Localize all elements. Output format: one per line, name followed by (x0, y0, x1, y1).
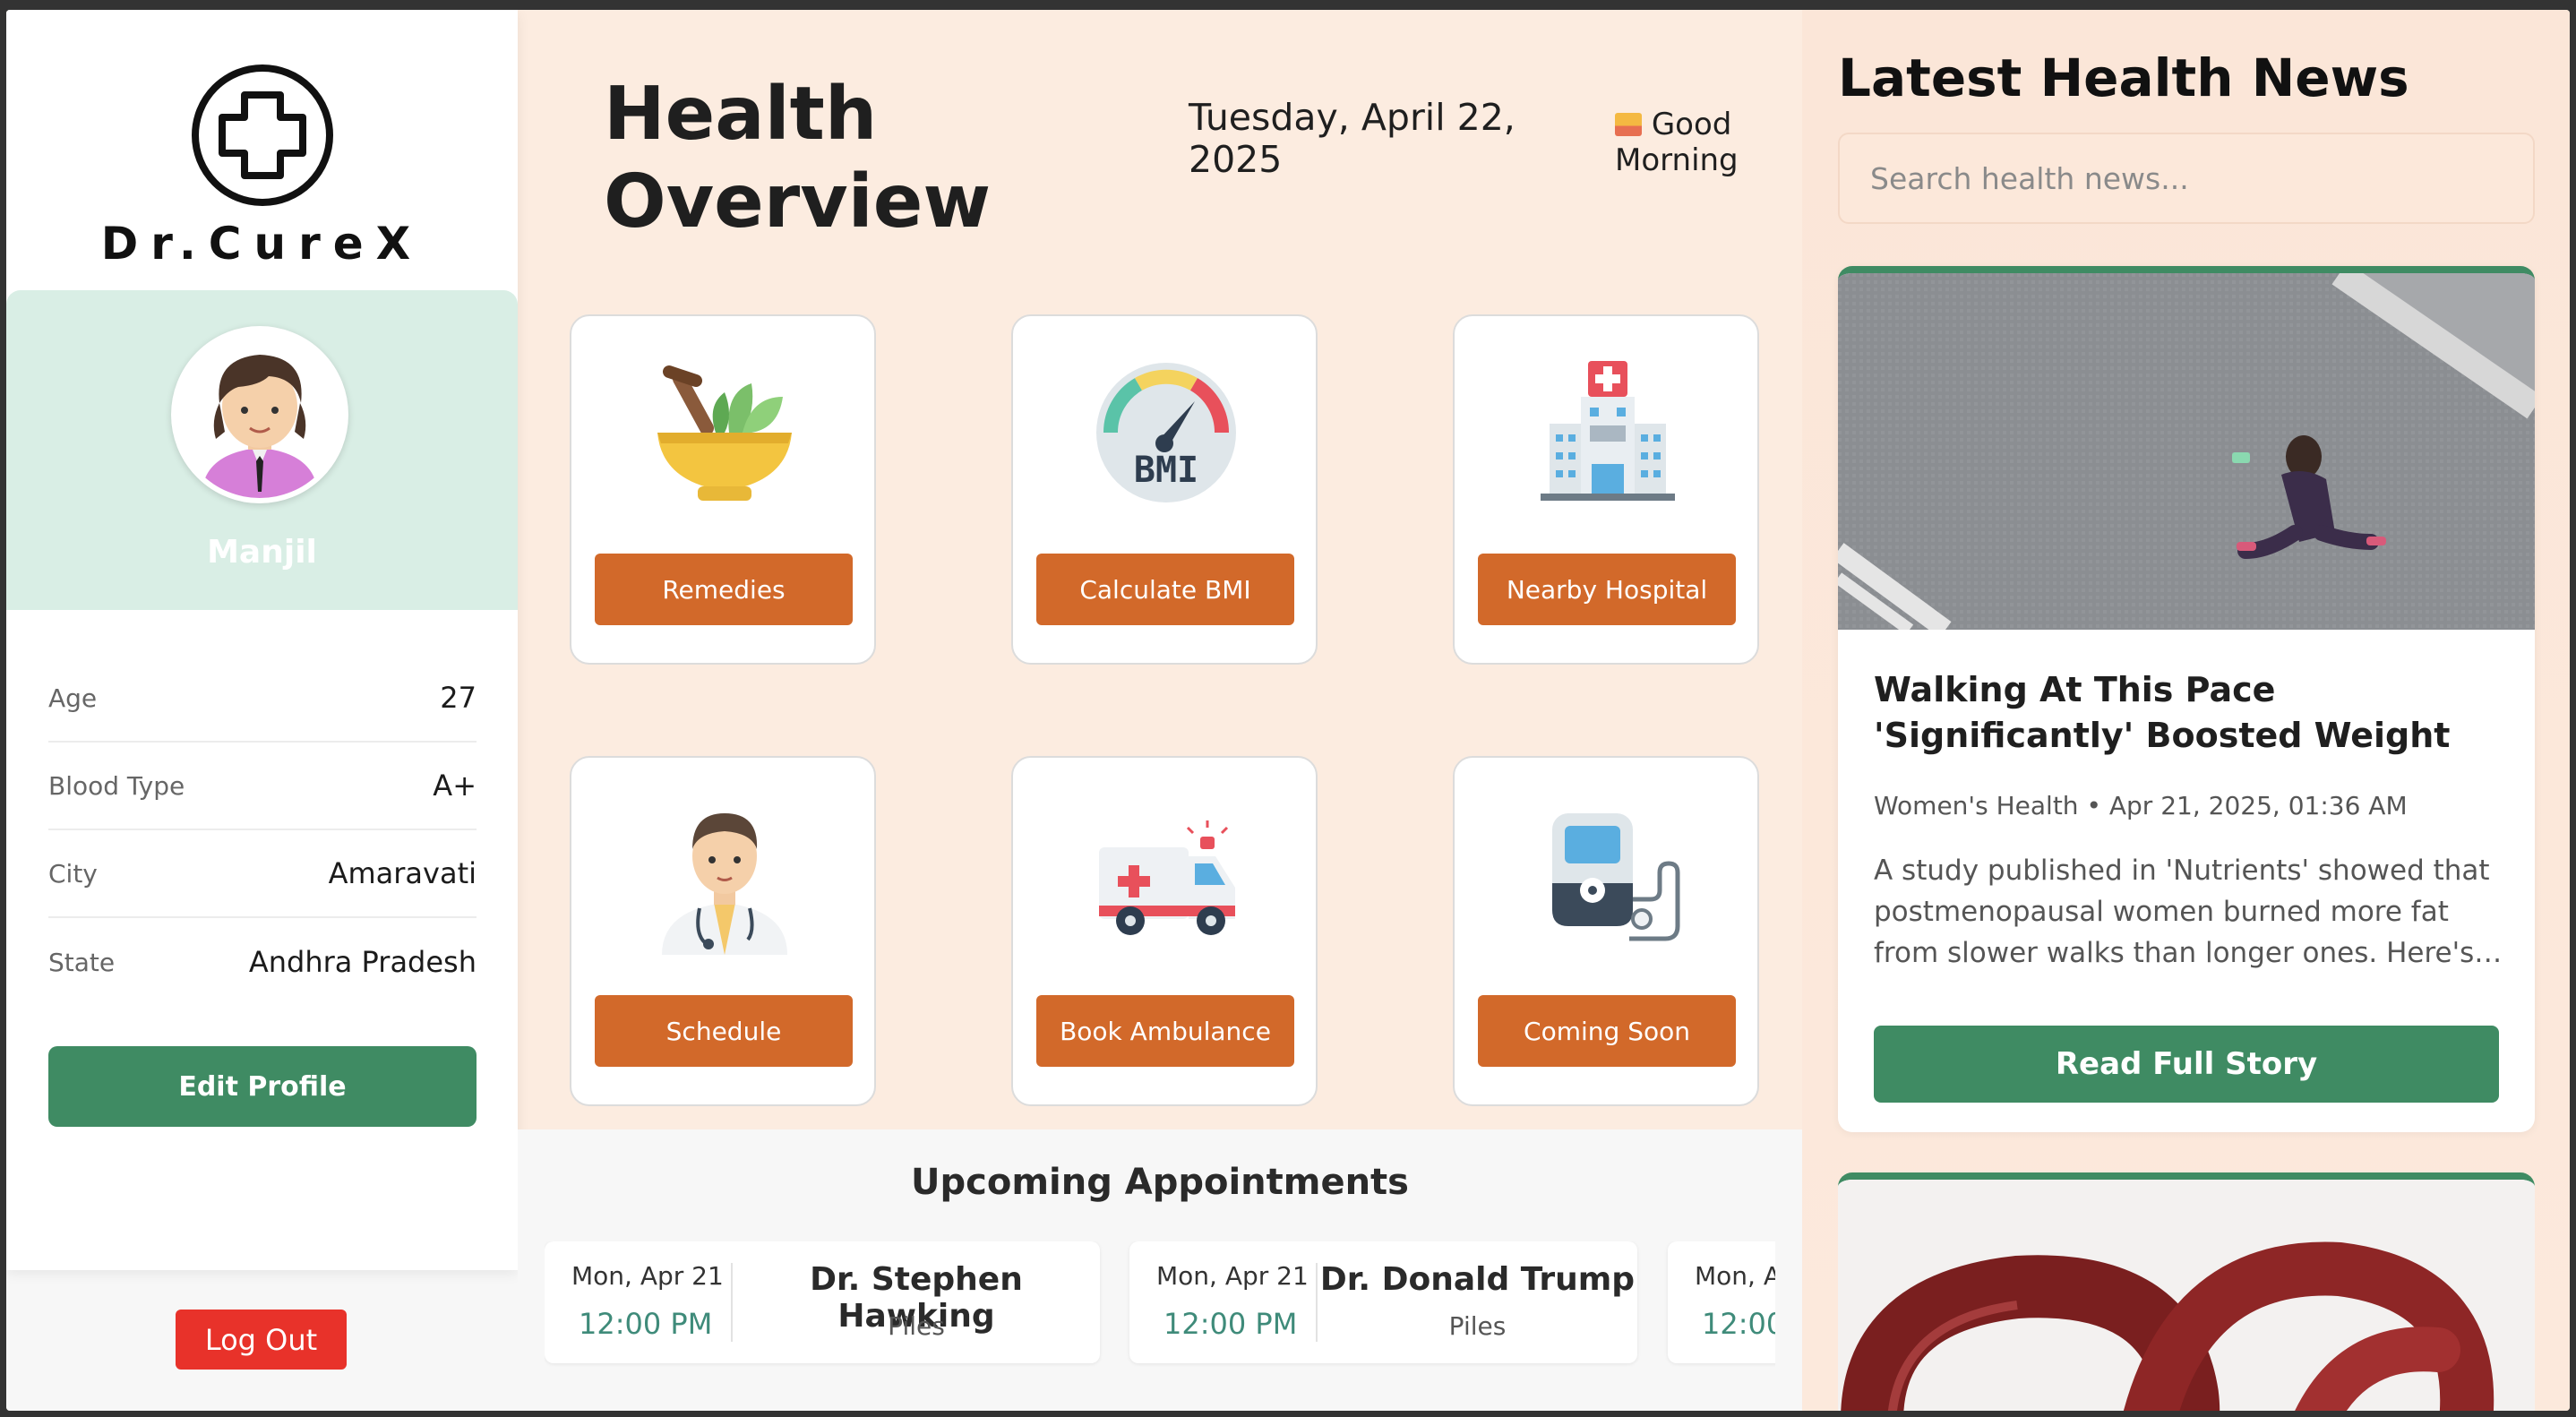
info-label: Age (48, 683, 98, 713)
tile-book-ambulance[interactable]: Book Ambulance (1011, 756, 1318, 1106)
article-summary: A study published in 'Nutrients' showed … (1874, 854, 2503, 969)
nearby-hospital-button[interactable]: Nearby Hospital (1478, 554, 1736, 625)
profile-row-age: Age 27 (48, 655, 477, 743)
article-image (1838, 1180, 2535, 1411)
appointment-card[interactable]: Mon, A 12:00 (1668, 1241, 1775, 1363)
app-window: Dr.CureX Manjil Age 27 Blood Type A+ Cit… (6, 10, 2570, 1411)
info-value: A+ (433, 769, 477, 803)
brand-name: Dr.CureX (100, 218, 424, 270)
article-image (1838, 273, 2535, 630)
bp-monitor-icon (1552, 813, 1680, 941)
medical-cross-icon (191, 64, 333, 206)
news-panel: Latest Health News Search health news...… (1802, 10, 2570, 1411)
appointment-type: Piles (1448, 1311, 1507, 1341)
news-search-input[interactable] (1838, 133, 2535, 224)
doctor-icon (662, 813, 787, 955)
appointment-card[interactable]: Mon, Apr 21 12:00 PM Dr. Stephen Hawking… (545, 1241, 1100, 1363)
read-full-story-button[interactable]: Read Full Story (1874, 1026, 2499, 1103)
sunrise-icon (1615, 113, 1642, 136)
profile-header: Manjil (6, 290, 518, 610)
article-meta: Women's Health • Apr 21, 2025, 01:36 AM (1874, 791, 2408, 820)
appointment-time: 12:00 PM (1163, 1307, 1298, 1341)
appointment-date: Mon, A (1695, 1261, 1775, 1291)
news-article-card[interactable] (1838, 1172, 2535, 1411)
appointment-type: Piles (888, 1311, 945, 1341)
info-value: Amaravati (328, 856, 477, 890)
profile-row-city: City Amaravati (48, 830, 477, 918)
profile-name: Manjil (207, 534, 317, 571)
remedies-button[interactable]: Remedies (595, 554, 853, 625)
appointment-date: Mon, Apr 21 (571, 1261, 724, 1291)
appointments-carousel[interactable]: Mon, Apr 21 12:00 PM Dr. Stephen Hawking… (545, 1241, 1775, 1367)
sidebar: Dr.CureX Manjil Age 27 Blood Type A+ Cit… (6, 10, 518, 1411)
svg-text:BMI: BMI (1134, 450, 1198, 491)
upcoming-appointments: Upcoming Appointments Mon, Apr 21 12:00 … (518, 1129, 1802, 1411)
tile-schedule[interactable]: Schedule (570, 756, 876, 1106)
schedule-button[interactable]: Schedule (595, 995, 853, 1067)
profile-row-state: State Andhra Pradesh (48, 918, 477, 1006)
appointment-date: Mon, Apr 21 (1156, 1261, 1309, 1291)
hospital-icon (1541, 361, 1675, 501)
profile-details: Age 27 Blood Type A+ City Amaravati Stat… (48, 655, 477, 1006)
brand-logo[interactable]: Dr.CureX (6, 64, 518, 279)
info-label: Blood Type (48, 770, 185, 801)
info-value: 27 (440, 681, 477, 715)
tile-nearby-hospital[interactable]: Nearby Hospital (1453, 314, 1759, 665)
book-ambulance-button[interactable]: Book Ambulance (1036, 995, 1294, 1067)
main-content: Health Overview Tuesday, April 22, 2025 … (518, 10, 1802, 1411)
greeting: Good Morning (1615, 107, 1785, 178)
appointments-title: Upcoming Appointments (911, 1162, 1409, 1203)
appointment-doctor: Dr. Donald Trump (1319, 1261, 1636, 1298)
tile-coming-soon[interactable]: Coming Soon (1453, 756, 1759, 1106)
info-label: City (48, 858, 98, 889)
profile-row-blood-type: Blood Type A+ (48, 743, 477, 830)
news-title: Latest Health News (1838, 47, 2409, 108)
article-headline[interactable]: Walking At This Pace 'Significantly' Boo… (1874, 667, 2508, 759)
coming-soon-button[interactable]: Coming Soon (1478, 995, 1736, 1067)
logout-button[interactable]: Log Out (176, 1310, 347, 1370)
avatar[interactable] (171, 326, 348, 503)
appointment-time: 12:00 (1702, 1307, 1775, 1341)
appointment-card[interactable]: Mon, Apr 21 12:00 PM Dr. Donald Trump Pi… (1129, 1241, 1637, 1363)
info-label: State (48, 947, 116, 977)
current-date: Tuesday, April 22, 2025 (1189, 96, 1516, 181)
info-value: Andhra Pradesh (248, 945, 477, 979)
calculate-bmi-button[interactable]: Calculate BMI (1036, 554, 1294, 625)
profile-card: Dr.CureX Manjil Age 27 Blood Type A+ Cit… (6, 10, 518, 1270)
ambulance-icon (1099, 820, 1235, 935)
bmi-gauge-icon: BMI (1096, 363, 1236, 502)
edit-profile-button[interactable]: Edit Profile (48, 1046, 477, 1127)
mortar-pestle-icon (657, 365, 792, 501)
tile-remedies[interactable]: Remedies (570, 314, 876, 665)
tile-calculate-bmi[interactable]: BMI Calculate BMI (1011, 314, 1318, 665)
page-title: Health Overview (604, 72, 992, 245)
news-article-card[interactable]: Walking At This Pace 'Significantly' Boo… (1838, 266, 2535, 1132)
appointment-time: 12:00 PM (579, 1307, 713, 1341)
